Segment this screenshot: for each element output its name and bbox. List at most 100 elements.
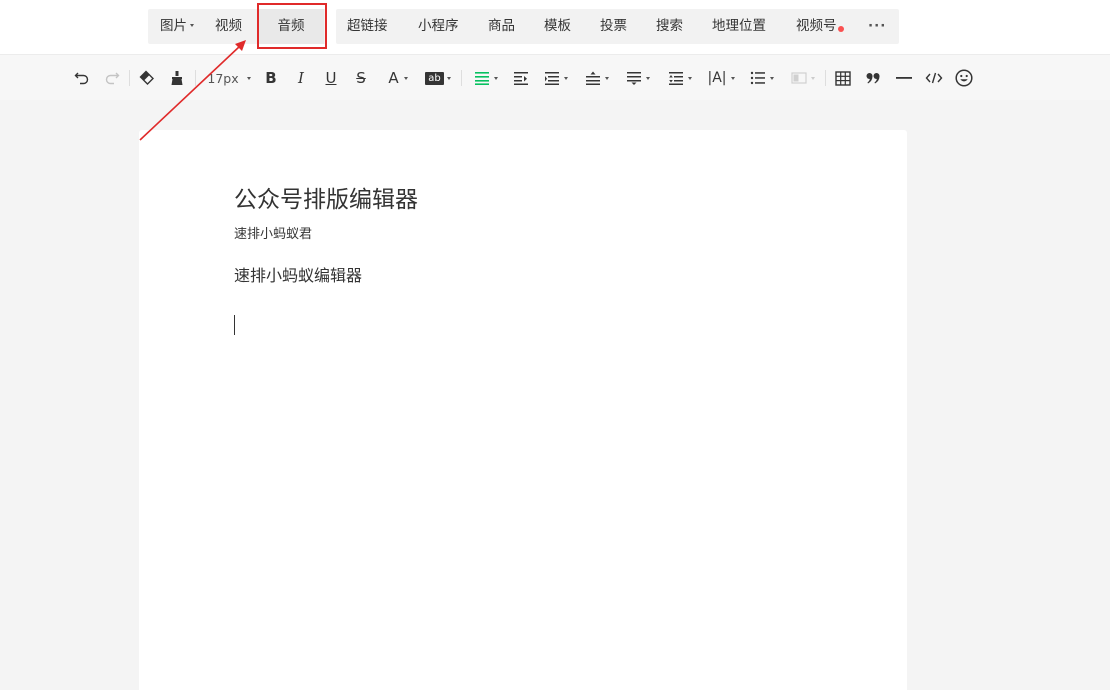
horizontal-rule-icon xyxy=(896,77,912,79)
chevron-down-icon xyxy=(646,76,650,80)
line-spacing-icon xyxy=(669,72,683,85)
align-justify-button[interactable] xyxy=(471,55,501,101)
insert-video-button[interactable]: 视频 xyxy=(215,9,242,44)
paragraph-spacing-icon xyxy=(545,72,559,85)
brush-icon xyxy=(171,71,183,85)
quote-icon xyxy=(866,73,879,84)
divider-button[interactable] xyxy=(894,55,914,101)
insert-image-label: 图片 xyxy=(160,18,187,34)
content-insert-group: 超链接 小程序 商品 模板 投票 搜索 地理位置 视频号 ··· xyxy=(336,9,899,44)
toolbar-divider xyxy=(461,70,462,86)
bold-button[interactable]: B xyxy=(262,55,280,101)
spacing-before-icon xyxy=(586,71,600,85)
format-toolbar: 17px B I U S A ab |A| xyxy=(0,54,1110,100)
insert-vote-label: 投票 xyxy=(600,18,627,34)
indent-icon xyxy=(514,72,528,85)
bold-icon: B xyxy=(265,69,277,87)
insert-vote-button[interactable]: 投票 xyxy=(600,9,627,44)
insert-table-button[interactable] xyxy=(833,55,853,101)
insert-mini-program-label: 小程序 xyxy=(418,18,459,34)
toolbar-divider xyxy=(195,70,196,86)
chevron-down-icon xyxy=(190,23,194,27)
chevron-down-icon xyxy=(770,76,774,80)
text-cursor xyxy=(234,315,235,335)
insert-hyperlink-label: 超链接 xyxy=(347,18,388,34)
chevron-down-icon xyxy=(564,76,568,80)
redo-icon xyxy=(105,72,120,85)
font-color-icon: A xyxy=(388,69,399,87)
underline-button[interactable]: U xyxy=(322,55,340,101)
chevron-down-icon xyxy=(494,76,498,80)
article-title[interactable]: 公众号排版编辑器 xyxy=(234,180,418,214)
italic-button[interactable]: I xyxy=(292,55,310,101)
font-color-button[interactable]: A xyxy=(384,55,412,101)
chevron-down-icon xyxy=(688,76,692,80)
insert-product-label: 商品 xyxy=(488,18,515,34)
article-body-text[interactable]: 速排小蚂蚁编辑器 xyxy=(234,262,362,286)
insert-channels-button[interactable]: 视频号 xyxy=(796,9,844,44)
insert-video-label: 视频 xyxy=(215,18,242,34)
insert-product-button[interactable]: 商品 xyxy=(488,9,515,44)
new-badge-dot xyxy=(837,26,844,32)
insert-audio-label: 音频 xyxy=(277,18,305,34)
emoji-button[interactable] xyxy=(953,55,975,101)
spacing-after-icon xyxy=(627,72,641,85)
chevron-down-icon xyxy=(403,76,408,80)
toolbar-divider xyxy=(129,70,130,86)
undo-icon xyxy=(74,72,89,85)
italic-icon: I xyxy=(298,69,304,87)
insert-hyperlink-button[interactable]: 超链接 xyxy=(347,9,388,44)
paragraph-spacing-button[interactable] xyxy=(541,55,571,101)
format-painter-button[interactable] xyxy=(167,55,187,101)
insert-search-label: 搜索 xyxy=(656,18,683,34)
insert-image-menu[interactable]: 图片 xyxy=(160,9,194,44)
highlight-icon: ab xyxy=(425,71,444,85)
line-spacing-button[interactable] xyxy=(665,55,695,101)
insert-template-button[interactable]: 模板 xyxy=(544,9,571,44)
more-icon: ··· xyxy=(868,18,887,34)
insert-mini-program-button[interactable]: 小程序 xyxy=(418,9,459,44)
spacing-before-button[interactable] xyxy=(582,55,612,101)
code-button[interactable] xyxy=(923,55,945,101)
font-size-select[interactable]: 17px xyxy=(206,55,252,101)
insert-template-label: 模板 xyxy=(544,18,571,34)
float-image-button[interactable] xyxy=(788,55,818,101)
strikethrough-icon: S xyxy=(356,69,366,87)
article-author[interactable]: 速排小蚂蚁君 xyxy=(234,223,312,242)
clear-format-button[interactable] xyxy=(136,55,156,101)
float-layout-icon xyxy=(791,72,807,84)
strikethrough-button[interactable]: S xyxy=(352,55,370,101)
toolbar-divider xyxy=(825,70,826,86)
insert-location-label: 地理位置 xyxy=(712,18,766,34)
media-insert-group: 图片 视频 音频 xyxy=(148,9,327,44)
more-button[interactable]: ··· xyxy=(868,9,886,44)
chevron-down-icon xyxy=(811,76,815,80)
indent-button[interactable] xyxy=(511,55,531,101)
chevron-down-icon xyxy=(605,76,609,80)
chevron-down-icon xyxy=(446,76,451,80)
chevron-down-icon xyxy=(246,76,251,80)
table-icon xyxy=(835,70,851,86)
chevron-down-icon xyxy=(730,76,735,80)
insert-area: 图片 视频 音频 超链接 小程序 商品 模板 投票 搜索 地理位置 视频号 ··… xyxy=(0,0,1110,54)
letter-spacing-button[interactable]: |A| xyxy=(705,55,737,101)
letter-spacing-icon: |A| xyxy=(707,70,727,86)
insert-channels-label: 视频号 xyxy=(796,18,837,34)
spacing-after-button[interactable] xyxy=(623,55,653,101)
bullet-list-icon xyxy=(750,71,765,85)
insert-location-button[interactable]: 地理位置 xyxy=(712,9,766,44)
font-size-value: 17px xyxy=(207,70,239,86)
insert-search-button[interactable]: 搜索 xyxy=(656,9,683,44)
redo-button[interactable] xyxy=(102,55,122,101)
smiley-icon xyxy=(955,69,973,87)
quote-button[interactable] xyxy=(863,55,883,101)
editor-canvas[interactable]: 公众号排版编辑器 速排小蚂蚁君 速排小蚂蚁编辑器 xyxy=(139,130,907,690)
eraser-icon xyxy=(139,70,154,85)
code-icon xyxy=(925,72,943,84)
insert-audio-button[interactable]: 音频 xyxy=(258,9,324,44)
underline-icon: U xyxy=(325,69,337,87)
align-justify-icon xyxy=(475,72,489,85)
list-button[interactable] xyxy=(747,55,777,101)
background-color-button[interactable]: ab xyxy=(423,55,453,101)
undo-button[interactable] xyxy=(72,55,92,101)
